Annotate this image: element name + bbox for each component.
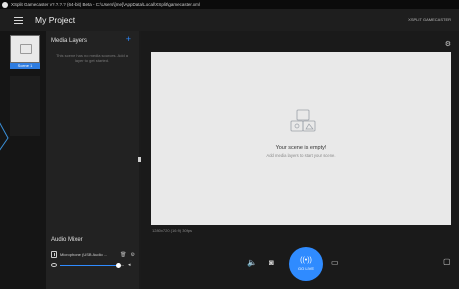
scene-card[interactable]: Scene 1	[10, 35, 40, 71]
media-layers-hint: This scene has no media sources. Add a l…	[55, 53, 129, 63]
scene-canvas[interactable]: Your scene is empty! Add media layers to…	[151, 52, 451, 225]
scene-thumbnail[interactable]	[10, 35, 40, 63]
resolution-info: 1280x720 (16:9) 30fps	[152, 228, 193, 233]
menu-icon[interactable]	[14, 16, 23, 24]
speaker-icon[interactable]: 🔈	[247, 258, 257, 267]
speaker-mini-icon[interactable]: ◂	[128, 262, 131, 268]
go-live-button[interactable]: ((•)) GO LIVE	[289, 247, 323, 281]
media-layers-panel: Media Layers + This scene has no media s…	[46, 31, 139, 231]
microphone-icon	[51, 251, 57, 258]
visibility-icon[interactable]	[51, 263, 57, 267]
trash-icon[interactable]: 🗑	[120, 252, 126, 258]
app-header: My Project XSPLIT GAMECASTER	[0, 9, 459, 31]
empty-scene-icon	[290, 109, 316, 132]
audio-mixer-heading: Audio Mixer	[51, 237, 83, 243]
volume-slider-knob[interactable]	[116, 262, 122, 268]
volume-slider[interactable]	[60, 262, 124, 268]
media-layers-heading: Media Layers	[51, 38, 88, 44]
scene-preview-icon	[20, 44, 32, 54]
empty-scene-subtitle: Add media layers to start your scene.	[266, 153, 336, 158]
window-title: XSplit Gamecaster v?.?.?.? (64-bit) Beta…	[11, 2, 200, 7]
scene-label[interactable]: Scene 1	[10, 63, 40, 69]
app-logo-icon	[2, 1, 8, 8]
audio-device-label: Microphone (USB Audio ...	[60, 252, 108, 257]
header-right-text: XSPLIT GAMECASTER	[408, 17, 451, 22]
camera-icon[interactable]: ◙	[269, 258, 274, 267]
guide-arrow-icon	[0, 122, 9, 151]
gear-icon[interactable]: ⚙	[445, 40, 451, 48]
device-settings-icon[interactable]: ⚙	[131, 252, 135, 258]
broadcast-icon: ((•))	[300, 257, 312, 264]
chat-icon[interactable]: ▢	[443, 257, 451, 266]
audio-device-row: Microphone (USB Audio ... 🗑 ⚙	[51, 250, 135, 259]
scene-slot[interactable]	[10, 76, 40, 136]
empty-scene-title: Your scene is empty!	[275, 145, 327, 151]
audio-mixer-panel: Audio Mixer Microphone (USB Audio ... 🗑 …	[46, 231, 139, 289]
window-titlebar: XSplit Gamecaster v?.?.?.? (64-bit) Beta…	[0, 0, 459, 9]
volume-row: ◂	[51, 262, 135, 268]
add-layer-button[interactable]: +	[126, 34, 131, 44]
webcam-icon[interactable]: ▭	[331, 258, 339, 267]
scenes-rail: Scene 1	[0, 31, 46, 289]
project-title[interactable]: My Project	[35, 15, 75, 25]
broadcast-controls: 🔈 ◙ ((•)) GO LIVE ▭ ▢	[141, 243, 459, 289]
go-live-label: GO LIVE	[297, 266, 314, 271]
volume-slider-fill	[60, 264, 119, 266]
